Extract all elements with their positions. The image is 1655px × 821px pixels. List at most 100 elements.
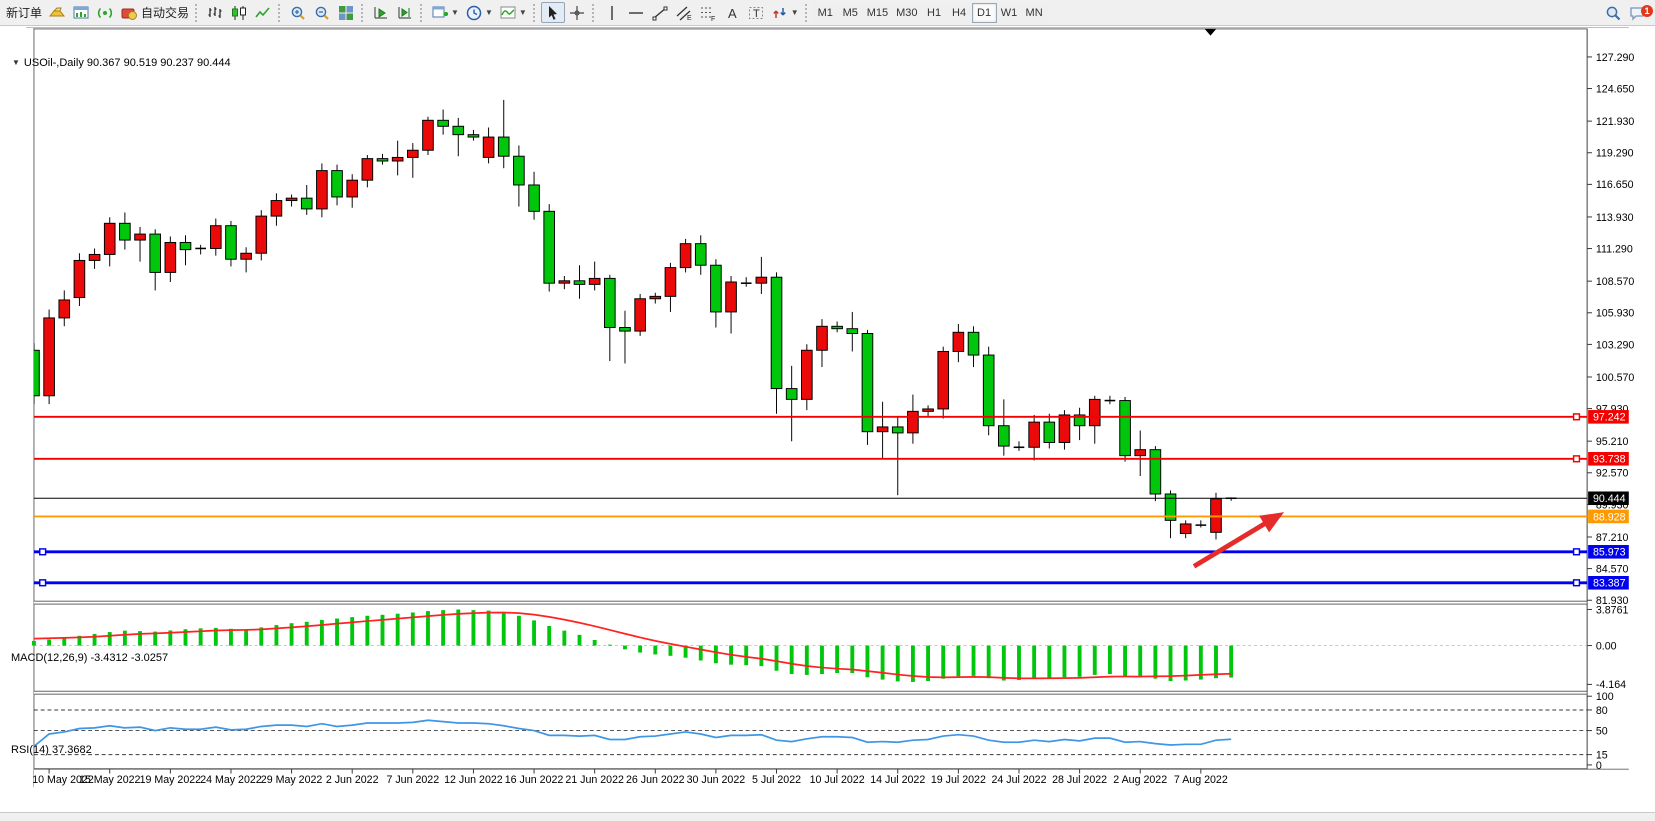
svg-text:30 Jun 2022: 30 Jun 2022: [687, 774, 746, 786]
dropdown-arrow-icon[interactable]: ▼: [485, 8, 493, 17]
timeframe-d1[interactable]: D1: [971, 2, 997, 23]
svg-text:90.444: 90.444: [1593, 493, 1626, 505]
zoom-in-icon[interactable]: [286, 2, 310, 23]
collapse-triangle-icon[interactable]: ▼: [12, 58, 20, 67]
chart-canvas[interactable]: 127.290 124.650 121.930 119.290 116.650 113.9…: [0, 26, 1655, 821]
text-tool-icon-glyph: A: [728, 6, 737, 21]
auto-trading-button-label: 自动交易: [141, 6, 190, 20]
svg-text:5 Jul 2022: 5 Jul 2022: [752, 774, 801, 786]
timeframe-w1[interactable]: W1: [996, 2, 1022, 23]
auto-scroll-icon-glyph: [374, 6, 388, 19]
chart-shift-icon[interactable]: [393, 2, 417, 23]
chart-title-text: USOil-,Daily 90.367 90.519 90.237 90.444: [23, 57, 231, 69]
fibonacci-tool-icon-glyph: F: [700, 7, 715, 22]
text-label-tool-icon[interactable]: T: [744, 2, 768, 23]
new-chart-glyph: [432, 6, 449, 17]
trendline-tool-icon-glyph: [652, 6, 668, 20]
tile-windows-icon[interactable]: [334, 2, 358, 23]
chart-area: 127.290 124.650 121.930 119.290 116.650 113.9…: [0, 26, 1655, 821]
svg-text:103.290: 103.290: [1596, 339, 1635, 351]
svg-text:84.570: 84.570: [1596, 563, 1629, 575]
zoom-in-icon-glyph: [291, 6, 305, 20]
market-watch-window-icon[interactable]: [69, 2, 93, 23]
fibonacci-tool-icon[interactable]: F: [696, 2, 720, 23]
crosshair-tool-icon[interactable]: [565, 2, 589, 23]
dropdown-arrow-icon[interactable]: ▼: [519, 8, 527, 17]
timeframe-m15[interactable]: M15: [862, 2, 893, 23]
svg-text:97.242: 97.242: [1593, 412, 1626, 424]
svg-text:116.650: 116.650: [1596, 179, 1634, 191]
timeframe-m5[interactable]: M5: [837, 2, 863, 23]
svg-text:7 Aug 2022: 7 Aug 2022: [1174, 774, 1228, 786]
svg-text:10 Jul 2022: 10 Jul 2022: [810, 774, 865, 786]
timeframe-h1[interactable]: H1: [921, 2, 947, 23]
market-watch-window-icon-glyph: [73, 6, 89, 18]
new-chart-button[interactable]: ▼: [428, 2, 462, 23]
svg-text:21 Jun 2022: 21 Jun 2022: [565, 774, 624, 786]
macd-indicator-label: MACD(12,26,9) -3.4312 -3.0257: [11, 652, 169, 664]
svg-text:85.973: 85.973: [1593, 547, 1626, 559]
toolbar-group: ▼ ▼ ▼: [427, 1, 531, 25]
timeframe-m30[interactable]: M30: [892, 2, 922, 23]
toolbar-separator: [420, 3, 425, 22]
macd-axis: 3.8761 0.00 -4.164: [1587, 604, 1628, 691]
signal-icon-glyph: [97, 7, 113, 18]
svg-text:26 Jun 2022: 26 Jun 2022: [626, 774, 685, 786]
svg-text:88.928: 88.928: [1593, 511, 1626, 523]
svg-text:2 Jun 2022: 2 Jun 2022: [326, 774, 379, 786]
search-icon[interactable]: [1601, 3, 1625, 24]
svg-text:12 Jun 2022: 12 Jun 2022: [444, 774, 503, 786]
svg-text:T: T: [753, 8, 760, 20]
svg-text:A: A: [728, 6, 737, 21]
toolbar-separator: [591, 3, 597, 22]
text-label-tool-icon-glyph: T: [748, 6, 763, 20]
toolbar-separator: [195, 3, 200, 22]
candlestick-type-icon[interactable]: [227, 2, 251, 23]
toolbar-separator: [532, 3, 538, 22]
svg-text:111.290: 111.290: [1596, 243, 1633, 255]
vertical-line-tool-icon-glyph: [611, 5, 613, 20]
indicators-button[interactable]: ▼: [496, 2, 530, 23]
svg-text:95.210: 95.210: [1596, 436, 1629, 448]
period-clock-button[interactable]: ▼: [462, 2, 496, 23]
toolbar-separator: [278, 3, 283, 22]
arrows-tool-icon[interactable]: ▼: [768, 2, 802, 23]
notifications-icon[interactable]: 1: [1625, 3, 1653, 24]
arrows-tool-icon-glyph: [773, 7, 786, 18]
timeframe-mn[interactable]: MN: [1021, 2, 1047, 23]
svg-text:2 Aug 2022: 2 Aug 2022: [1113, 774, 1167, 786]
trendline-tool-icon[interactable]: [648, 2, 672, 23]
svg-text:24 Jul 2022: 24 Jul 2022: [991, 774, 1046, 786]
indicators-glyph: [500, 6, 516, 18]
text-tool-icon[interactable]: A: [720, 2, 744, 23]
zoom-out-icon[interactable]: [310, 2, 334, 23]
svg-text:80: 80: [1596, 705, 1608, 717]
gold-ingot-icon[interactable]: [45, 2, 69, 23]
line-chart-type-icon[interactable]: [251, 2, 275, 23]
signal-icon[interactable]: [93, 2, 117, 23]
price-axis: 127.290 124.650 121.930 119.290 116.650 113.9…: [1587, 52, 1634, 607]
cursor-tool-icon[interactable]: [540, 2, 565, 23]
auto-trading-button[interactable]: 自动交易: [117, 2, 192, 23]
trading-terminal-window: 新订单 自动交易 ▼ ▼ ▼ E F A T ▼ M1 M5 M15 M30 H1 H4 D1 W1 MN 1 127…: [0, 0, 1655, 821]
toolbar-right-icons: 1: [1601, 0, 1653, 26]
equidistant-channel-tool-icon[interactable]: E: [672, 2, 696, 23]
svg-text:16 Jun 2022: 16 Jun 2022: [505, 774, 564, 786]
dropdown-arrow-icon[interactable]: ▼: [451, 8, 459, 17]
rsi-indicator-label: RSI(14) 37.3682: [11, 744, 92, 756]
svg-text:E: E: [687, 15, 692, 22]
period-clock-glyph: [466, 5, 482, 20]
new-order-button[interactable]: 新订单: [3, 2, 45, 23]
svg-text:100: 100: [1596, 691, 1614, 703]
tile-windows-icon-glyph: [339, 5, 354, 20]
dropdown-arrow-icon[interactable]: ▼: [791, 8, 799, 17]
svg-text:7 Jun 2022: 7 Jun 2022: [386, 774, 439, 786]
vertical-line-tool-icon[interactable]: [600, 2, 624, 23]
horizontal-line-tool-icon[interactable]: [624, 2, 648, 23]
svg-text:3.8761: 3.8761: [1596, 604, 1629, 616]
bar-chart-type-icon[interactable]: [203, 2, 227, 23]
timeframe-m1[interactable]: M1: [812, 2, 838, 23]
timeframe-h4[interactable]: H4: [946, 2, 972, 23]
auto-scroll-icon[interactable]: [369, 2, 393, 23]
panel-frames: [26, 26, 1629, 788]
